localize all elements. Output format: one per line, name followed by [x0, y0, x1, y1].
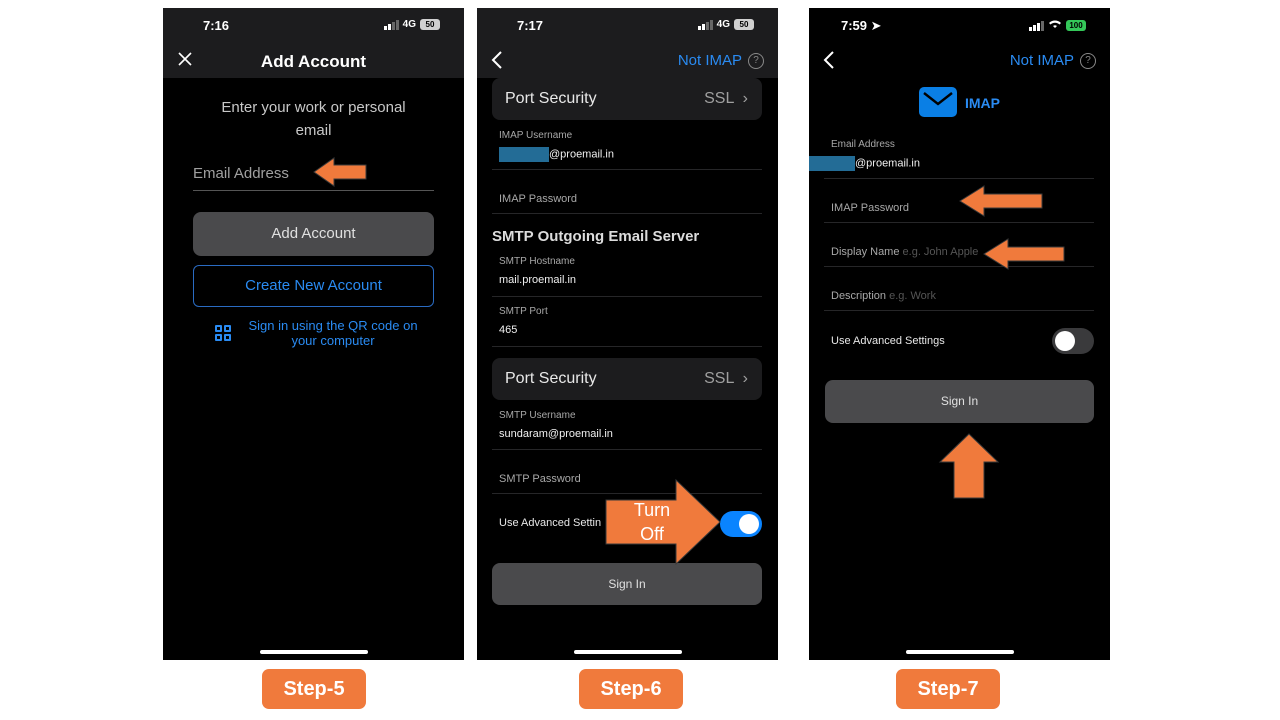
- email-address-field[interactable]: Email Address @proemail.in: [809, 132, 1094, 179]
- advanced-settings-toggle[interactable]: [1052, 328, 1094, 354]
- smtp-password-label: SMTP Password: [499, 473, 581, 485]
- display-name-label: Display Name e.g. John Apple: [831, 246, 979, 258]
- email-prompt: Enter your work or personal email: [221, 99, 406, 139]
- sign-in-button[interactable]: Sign In: [825, 380, 1094, 423]
- not-imap-label: Not IMAP: [677, 52, 742, 69]
- advanced-settings-label: Use Advanced Settings: [831, 335, 945, 347]
- redaction-mask: [809, 156, 855, 171]
- smtp-username-label: SMTP Username: [499, 410, 576, 421]
- turn-off-line-1: Turn: [633, 500, 671, 520]
- arrow-up-icon: [938, 433, 1000, 499]
- email-address-value: @proemail.in: [809, 156, 920, 171]
- nav-bar: Not IMAP ?: [477, 44, 778, 78]
- chevron-left-icon[interactable]: [491, 50, 503, 76]
- port-security-row-smtp[interactable]: Port Security SSL ›: [492, 358, 762, 400]
- description-placeholder: e.g. Work: [889, 290, 936, 302]
- not-imap-label: Not IMAP: [1009, 52, 1074, 69]
- turn-off-annotation: Turn Off: [615, 498, 689, 546]
- smtp-hostname-label: SMTP Hostname: [499, 256, 575, 267]
- port-security-value: SSL ›: [704, 370, 748, 387]
- home-indicator: [259, 650, 368, 654]
- create-new-account-button[interactable]: Create New Account: [193, 265, 434, 307]
- port-security-label: Port Security: [505, 370, 597, 387]
- help-icon[interactable]: ?: [1080, 52, 1096, 69]
- smtp-section-title: SMTP Outgoing Email Server: [492, 228, 700, 245]
- signal-icon: [1029, 20, 1044, 31]
- status-indicators: 100: [1029, 19, 1086, 32]
- sign-in-button[interactable]: Sign In: [492, 563, 762, 605]
- smtp-username-field[interactable]: SMTP Username sundaram@proemail.in: [492, 406, 762, 450]
- smtp-username-value: sundaram@proemail.in: [499, 428, 613, 440]
- port-security-label: Port Security: [505, 90, 597, 107]
- smtp-port-value: 465: [499, 324, 518, 336]
- smtp-hostname-value: mail.proemail.in: [499, 274, 577, 286]
- not-imap-link[interactable]: Not IMAP ?: [1010, 52, 1096, 69]
- not-imap-link[interactable]: Not IMAP ?: [678, 52, 764, 69]
- description-label: Description e.g. Work: [831, 290, 936, 302]
- smtp-port-field[interactable]: SMTP Port 465: [492, 302, 762, 347]
- status-time: 7:16: [203, 18, 230, 33]
- home-indicator: [573, 650, 682, 654]
- redaction-mask: [499, 147, 549, 162]
- mail-envelope-icon: [919, 87, 957, 117]
- nav-bar: Not IMAP ?: [809, 44, 1110, 78]
- status-bar: 7:17 4G 50: [477, 8, 778, 44]
- status-time: 7:17: [517, 18, 544, 33]
- port-security-value: SSL ›: [704, 90, 748, 107]
- email-address-label: Email Address: [831, 139, 895, 150]
- advanced-settings-toggle[interactable]: [720, 511, 762, 537]
- display-name-placeholder: e.g. John Apple: [902, 246, 979, 258]
- phone-step-7: 7:59 ➤ 100 Not IMAP ? IMAP Email Address…: [809, 8, 1110, 660]
- status-indicators: 4G 50: [697, 19, 754, 30]
- port-security-row-imap[interactable]: Port Security SSL ›: [492, 78, 762, 120]
- page-title: Add Account: [260, 52, 367, 71]
- turn-off-line-2: Off: [640, 524, 664, 544]
- step-5-badge: Step-5: [262, 669, 366, 709]
- add-account-button[interactable]: Add Account: [193, 212, 434, 256]
- qr-sign-in-link[interactable]: Sign in using the QR code on your comput…: [215, 318, 425, 348]
- battery-icon: 50: [420, 19, 440, 30]
- arrow-left-icon: [959, 185, 1043, 217]
- advanced-settings-label: Use Advanced Settin: [499, 517, 602, 529]
- battery-icon: 100: [1066, 20, 1086, 31]
- status-indicators: 4G 50: [383, 19, 440, 30]
- signal-icon: [383, 19, 399, 30]
- arrow-left-icon: [313, 157, 367, 187]
- network-type: 4G: [716, 19, 730, 30]
- imap-password-field[interactable]: IMAP Password: [492, 170, 762, 214]
- home-indicator: [905, 650, 1014, 654]
- status-bar: 7:16 4G 50: [163, 8, 464, 44]
- email-placeholder: Email Address: [193, 165, 289, 182]
- wifi-icon: [1048, 19, 1062, 32]
- arrow-left-icon: [983, 238, 1065, 270]
- nav-bar: Add Account: [163, 44, 464, 78]
- imap-password-label: IMAP Password: [831, 202, 910, 214]
- location-arrow-icon: ➤: [870, 18, 882, 33]
- smtp-port-label: SMTP Port: [499, 306, 548, 317]
- imap-username-value: @proemail.in: [499, 147, 614, 162]
- imap-username-label: IMAP Username: [499, 130, 573, 141]
- imap-password-label: IMAP Password: [499, 193, 578, 205]
- smtp-hostname-field[interactable]: SMTP Hostname mail.proemail.in: [492, 252, 762, 297]
- status-bar: 7:59 ➤ 100: [809, 8, 1110, 44]
- help-icon[interactable]: ?: [748, 52, 764, 69]
- imap-username-field[interactable]: IMAP Username @proemail.in: [492, 126, 762, 170]
- battery-icon: 50: [734, 19, 754, 30]
- step-7-badge: Step-7: [896, 669, 1000, 709]
- step-6-badge: Step-6: [579, 669, 683, 709]
- phone-step-5: 7:16 4G 50 Add Account Enter your work o…: [163, 8, 464, 660]
- qr-code-icon: [215, 325, 231, 341]
- description-field[interactable]: Description e.g. Work: [824, 267, 1094, 311]
- imap-logo-label: IMAP: [965, 95, 1000, 111]
- chevron-left-icon[interactable]: [823, 50, 835, 76]
- signal-icon: [697, 19, 713, 30]
- qr-sign-in-text: Sign in using the QR code on your comput…: [248, 318, 418, 348]
- network-type: 4G: [402, 19, 416, 30]
- status-time: 7:59 ➤: [841, 18, 882, 33]
